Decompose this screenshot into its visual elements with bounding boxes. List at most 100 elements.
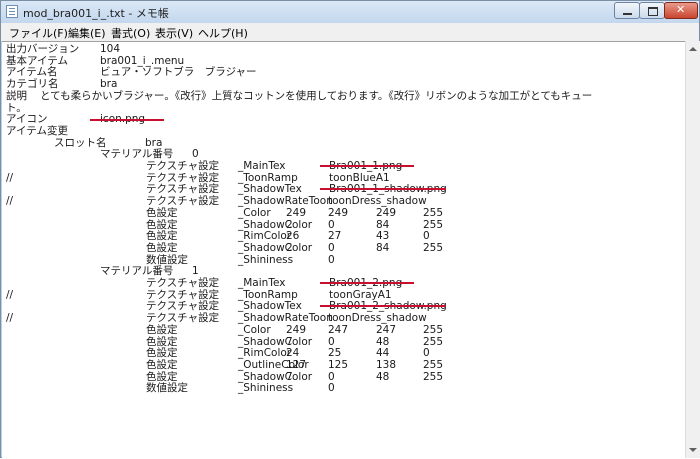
value-c: 48 xyxy=(376,335,390,348)
value-c: 247 xyxy=(376,323,397,336)
line-key: アイコン xyxy=(6,113,48,126)
value-b: 27 xyxy=(328,230,342,243)
line-key: 数値設定 xyxy=(146,253,188,266)
window-title: mod_bra001_i_.txt - メモ帳 xyxy=(23,7,169,20)
line-key: 出力バージョン xyxy=(6,43,80,55)
line-key: スロット名 xyxy=(54,136,107,149)
line-value: _ShadowTex xyxy=(238,300,302,313)
value-a: 249 xyxy=(286,206,307,219)
vertical-scrollbar[interactable] xyxy=(685,41,700,458)
red-underline-annotation xyxy=(90,119,164,121)
line-key: 色設定 xyxy=(146,370,178,383)
line-value: _ShadowColor xyxy=(238,335,313,348)
notepad-window: mod_bra001_i_.txt - メモ帳 ファイル(F) 編集(E) 書式… xyxy=(0,0,700,459)
line-value: _ShadowRateToon xyxy=(238,195,333,208)
menu-format[interactable]: 書式(O) xyxy=(111,25,150,41)
line-value: _ShadowTex xyxy=(238,183,302,196)
line-key: マテリアル番号 xyxy=(100,148,174,161)
comment-marker: // xyxy=(6,312,14,325)
line-value: _Shininess xyxy=(238,253,294,266)
value-c: 43 xyxy=(376,230,390,243)
text-editor[interactable]: 出力バージョン 104 基本アイテム bra001_i_.menu アイテム名 ビュア・ソ… xyxy=(2,41,685,459)
line-value: _MainTex xyxy=(238,277,286,289)
line-value: ビュア・ソフトブラ ブラジャー xyxy=(100,66,257,79)
line-value: _Shininess xyxy=(238,382,294,395)
red-underline-annotation xyxy=(320,188,446,190)
value-d: 255 xyxy=(423,241,444,254)
line-value: _RimColor xyxy=(238,347,292,360)
menu-file[interactable]: ファイル(F) xyxy=(9,25,68,41)
value-a: toonDress_shadow xyxy=(328,312,427,325)
line-value: _ToonRamp xyxy=(238,288,298,301)
line-key: 色設定 xyxy=(146,358,178,371)
value-b: 0 xyxy=(328,370,335,383)
line-key: テクスチャ設定 xyxy=(146,277,220,289)
notepad-icon xyxy=(6,5,18,18)
line-value: 104 xyxy=(100,43,121,55)
line-key: 説明 xyxy=(6,89,27,102)
menu-help[interactable]: ヘルプ(H) xyxy=(198,25,248,41)
menu-view[interactable]: 表示(V) xyxy=(155,25,193,41)
value-b: 125 xyxy=(328,358,349,371)
minimize-icon[interactable] xyxy=(614,2,640,19)
line-key: 色設定 xyxy=(146,347,178,360)
menu-bar: ファイル(F) 編集(E) 書式(O) 表示(V) ヘルプ(H) xyxy=(1,23,699,42)
line-key: アイテム名 xyxy=(6,66,58,79)
value-b: 25 xyxy=(328,347,342,360)
line-value: _MainTex xyxy=(238,160,286,172)
value-c: 84 xyxy=(376,218,390,231)
value-d: 255 xyxy=(423,335,444,348)
line-value: _ShadowColor xyxy=(238,370,313,383)
line-key: 数値設定 xyxy=(146,382,188,395)
red-underline-annotation xyxy=(320,282,414,284)
line-value: _ToonRamp xyxy=(238,171,298,184)
value-d: 255 xyxy=(423,358,444,371)
line-key: アイテム変更 xyxy=(6,124,68,137)
line-value: _ShadowRateToon xyxy=(238,312,333,325)
line-key: 色設定 xyxy=(146,323,178,336)
line-value: _ShadowColor xyxy=(238,218,313,231)
line-key: 色設定 xyxy=(146,241,178,254)
value-c: 48 xyxy=(376,370,390,383)
line-key: カテゴリ名 xyxy=(6,78,59,91)
scroll-up-icon[interactable] xyxy=(686,41,700,57)
value-b: 0 xyxy=(328,241,335,254)
value-c: 84 xyxy=(376,241,390,254)
line-key: 色設定 xyxy=(146,335,178,348)
line-value: bra xyxy=(145,136,163,149)
line-key: ト。 xyxy=(6,101,27,114)
line-key: テクスチャ設定 xyxy=(146,160,220,172)
line-value: bra xyxy=(100,78,118,91)
line-key: マテリアル番号 xyxy=(100,265,174,278)
value-b: 247 xyxy=(328,323,349,336)
value-a: toonDress_shadow xyxy=(328,195,427,208)
line-key: テクスチャ設定 xyxy=(146,171,220,184)
menu-edit[interactable]: 編集(E) xyxy=(68,25,106,41)
line-value: _ShadowColor xyxy=(238,241,313,254)
value-a: 0 xyxy=(328,253,335,266)
value-d: 0 xyxy=(423,347,430,360)
title-bar[interactable]: mod_bra001_i_.txt - メモ帳 xyxy=(1,1,699,23)
line-key: テクスチャ設定 xyxy=(146,300,220,313)
value-a: 7 xyxy=(286,335,293,348)
line-key: テクスチャ設定 xyxy=(146,183,220,196)
value-d: 255 xyxy=(423,370,444,383)
comment-marker: // xyxy=(6,171,14,184)
line-value: 1 xyxy=(192,265,199,278)
value-d: 255 xyxy=(423,323,444,336)
value-b: 0 xyxy=(328,335,335,348)
value-a: 24 xyxy=(286,347,300,360)
value-b: 0 xyxy=(328,218,335,231)
value-a: 0 xyxy=(328,382,335,395)
line-value: _Color xyxy=(238,323,271,336)
line-value: 0 xyxy=(192,148,199,161)
value-b: 249 xyxy=(328,206,349,219)
scroll-down-icon[interactable] xyxy=(686,442,700,458)
close-icon[interactable] xyxy=(664,2,698,19)
value-a: 2 xyxy=(286,218,293,231)
maximize-icon[interactable] xyxy=(639,2,665,19)
comment-marker: // xyxy=(6,288,14,301)
line-key: 色設定 xyxy=(146,206,178,219)
line-key: テクスチャ設定 xyxy=(146,288,220,301)
line-value: _Color xyxy=(238,206,271,219)
